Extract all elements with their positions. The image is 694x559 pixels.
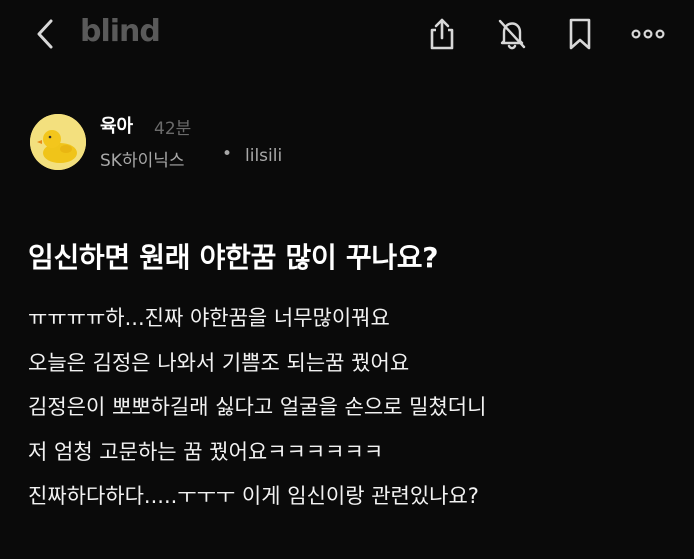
share-icon — [430, 18, 454, 50]
author-handle: lilsili — [245, 146, 283, 166]
avatar[interactable] — [30, 114, 86, 170]
notification-off-button[interactable] — [492, 14, 532, 54]
author-info: 육아 42분 SK하이닉스 • lilsili — [30, 112, 670, 172]
post-title: 임신하면 원래 야한꿈 많이 꾸나요? — [28, 241, 439, 274]
duck-icon — [30, 114, 86, 170]
post-line: 진짜하다하다.....ㅜㅜㅜ 이게 임신이랑 관련있나요? — [28, 484, 479, 508]
blind-logo[interactable]: blind — [80, 14, 161, 49]
author-name[interactable]: 육아 — [100, 112, 133, 138]
author-company[interactable]: SK하이닉스 — [100, 146, 185, 171]
bookmark-button[interactable] — [560, 14, 600, 54]
share-button[interactable] — [422, 14, 462, 54]
post-line: 오늘은 김정은 나와서 기쁨조 되는꿈 꿨어요 — [28, 350, 410, 375]
separator-dot: • — [222, 144, 233, 164]
more-icon — [631, 29, 665, 39]
back-button[interactable] — [28, 14, 62, 54]
post-time: 42분 — [154, 119, 192, 139]
post-body: ㅠㅠㅠㅠ하...진짜 야한꿈을 너무많이꿔요 오늘은 김정은 나와서 기쁨조 되… — [28, 296, 678, 519]
post-line: 저 엄청 고문하는 꿈 꿨어요ㅋㅋㅋㅋㅋㅋ — [28, 439, 384, 464]
post-line: 김정은이 뽀뽀하길래 싫다고 얼굴을 손으로 밀쳤더니 — [28, 395, 487, 419]
more-button[interactable] — [628, 14, 668, 54]
post-line: ㅠㅠㅠㅠ하...진짜 야한꿈을 너무많이꿔요 — [28, 306, 390, 330]
back-icon — [37, 19, 53, 49]
top-bar: blind — [0, 0, 694, 70]
bell-off-icon — [498, 19, 526, 50]
bookmark-icon — [569, 18, 591, 50]
